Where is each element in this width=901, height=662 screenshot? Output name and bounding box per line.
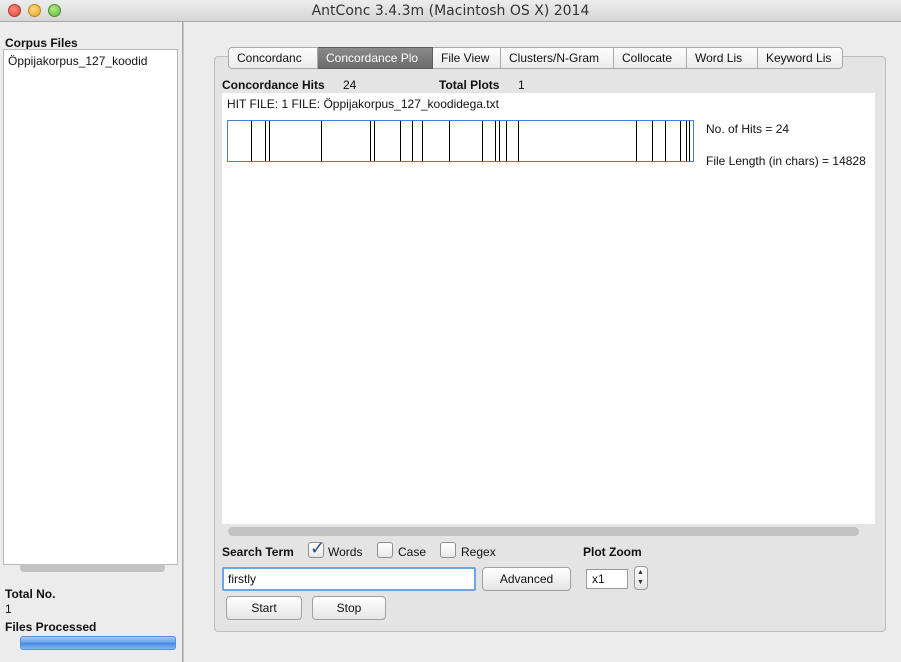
tab-clusters-ngram[interactable]: Clusters/N-Gram: [501, 47, 614, 69]
total-plots-value: 1: [518, 78, 525, 92]
total-plots-label: Total Plots: [439, 78, 500, 92]
tab-keyword-list[interactable]: Keyword Lis: [758, 47, 843, 69]
corpus-list-scrollbar[interactable]: [20, 564, 165, 572]
words-checkbox[interactable]: [308, 538, 325, 559]
panel-divider[interactable]: [182, 22, 184, 662]
tab-concordance-plot[interactable]: Concordance Plo: [318, 47, 433, 69]
tab-word-list[interactable]: Word Lis: [687, 47, 758, 69]
concordance-plot-bar[interactable]: [227, 120, 694, 162]
files-processed-label: Files Processed: [5, 620, 97, 634]
corpus-files-label: Corpus Files: [5, 36, 78, 50]
plot-zoom-label: Plot Zoom: [583, 545, 642, 559]
concordance-hits-label: Concordance Hits: [222, 78, 325, 92]
hit-file-header: HIT FILE: 1 FILE: Öppijakorpus_127_koodi…: [227, 97, 499, 111]
corpus-sidebar: Corpus Files Öppijakorpus_127_koodid Tot…: [0, 22, 182, 662]
tool-tabs: Concordanc Concordance Plo File View Clu…: [228, 47, 843, 69]
stepper-up-icon[interactable]: ▲: [637, 569, 644, 576]
case-checkbox[interactable]: [377, 542, 393, 558]
search-term-input[interactable]: [222, 567, 476, 591]
advanced-button[interactable]: Advanced: [482, 567, 571, 591]
words-label: Words: [328, 545, 363, 559]
stop-button[interactable]: Stop: [312, 596, 386, 620]
tab-collocate[interactable]: Collocate: [614, 47, 687, 69]
files-processed-progress-bar: [20, 636, 176, 650]
concordance-plot-area[interactable]: HIT FILE: 1 FILE: Öppijakorpus_127_koodi…: [222, 93, 875, 524]
case-label: Case: [398, 545, 427, 559]
plot-horizontal-scrollbar[interactable]: [228, 527, 859, 536]
regex-label: Regex: [461, 545, 496, 559]
stepper-down-icon[interactable]: ▼: [637, 579, 644, 586]
concordance-hits-value: 24: [343, 78, 357, 92]
title-bar: AntConc 3.4.3m (Macintosh OS X) 2014: [0, 0, 901, 22]
plot-zoom-stepper[interactable]: ▲ ▼: [634, 566, 648, 590]
file-length: File Length (in chars) = 14828: [706, 154, 866, 168]
corpus-file-list[interactable]: Öppijakorpus_127_koodid: [3, 49, 178, 565]
total-no-value: 1: [5, 602, 12, 616]
plot-zoom-field[interactable]: x1: [586, 569, 628, 589]
total-no-label: Total No.: [5, 587, 56, 601]
tab-file-view[interactable]: File View: [433, 47, 501, 69]
start-button[interactable]: Start: [226, 596, 302, 620]
number-of-hits: No. of Hits = 24: [706, 122, 790, 136]
corpus-file-item[interactable]: Öppijakorpus_127_koodid: [8, 54, 176, 68]
tab-concordance[interactable]: Concordanc: [228, 47, 318, 69]
window-title: AntConc 3.4.3m (Macintosh OS X) 2014: [311, 3, 590, 19]
hit-lines: [251, 121, 690, 161]
search-term-label: Search Term: [222, 545, 294, 559]
regex-checkbox[interactable]: [440, 542, 456, 558]
